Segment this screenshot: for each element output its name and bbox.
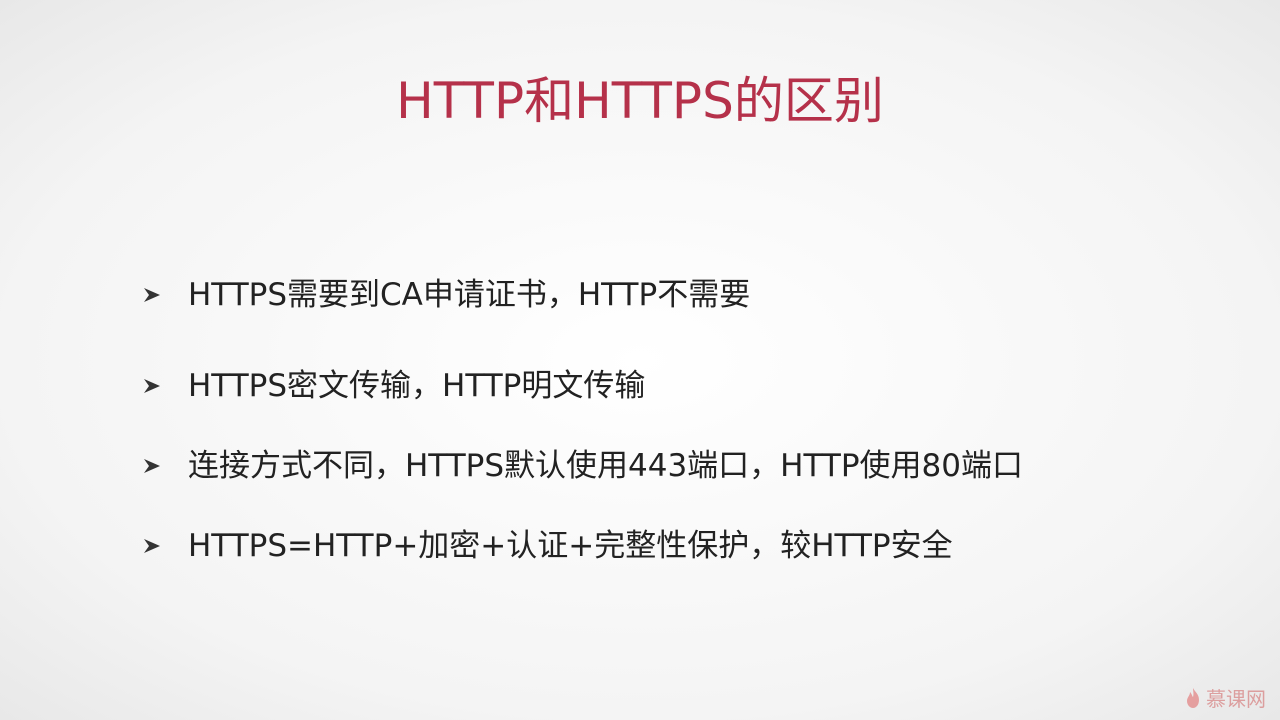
arrow-bullet-icon (144, 459, 160, 473)
arrow-bullet-icon (144, 539, 160, 553)
bullet-item: HTTPS密文传输，HTTP明文传输 (142, 361, 645, 411)
slide-title: HTTP和HTTPS的区别 (396, 72, 884, 130)
watermark: 慕课网 (1184, 683, 1266, 712)
bullet-text: 连接方式不同，HTTPS默认使用443端口，HTTP使用80端口 (188, 448, 1023, 484)
bullet-item: HTTPS=HTTP+加密+认证+完整性保护，较HTTP安全 (142, 521, 953, 571)
bullet-text: HTTPS=HTTP+加密+认证+完整性保护，较HTTP安全 (188, 528, 953, 564)
bullet-text: HTTPS密文传输，HTTP明文传输 (188, 368, 646, 404)
flame-logo-icon (1187, 687, 1199, 708)
bullet-item: HTTPS需要到CA申请证书，HTTP不需要 (142, 270, 750, 320)
bullet-item: 连接方式不同，HTTPS默认使用443端口，HTTP使用80端口 (142, 441, 1023, 491)
arrow-bullet-icon (144, 379, 160, 393)
slide: HTTP和HTTPS的区别 HTTPS需要到CA申请证书，HTTP不需要 HTT… (0, 0, 1280, 720)
watermark-text: 慕课网 (1206, 687, 1266, 711)
arrow-bullet-icon (144, 288, 160, 302)
bullet-text: HTTPS需要到CA申请证书，HTTP不需要 (188, 277, 751, 313)
